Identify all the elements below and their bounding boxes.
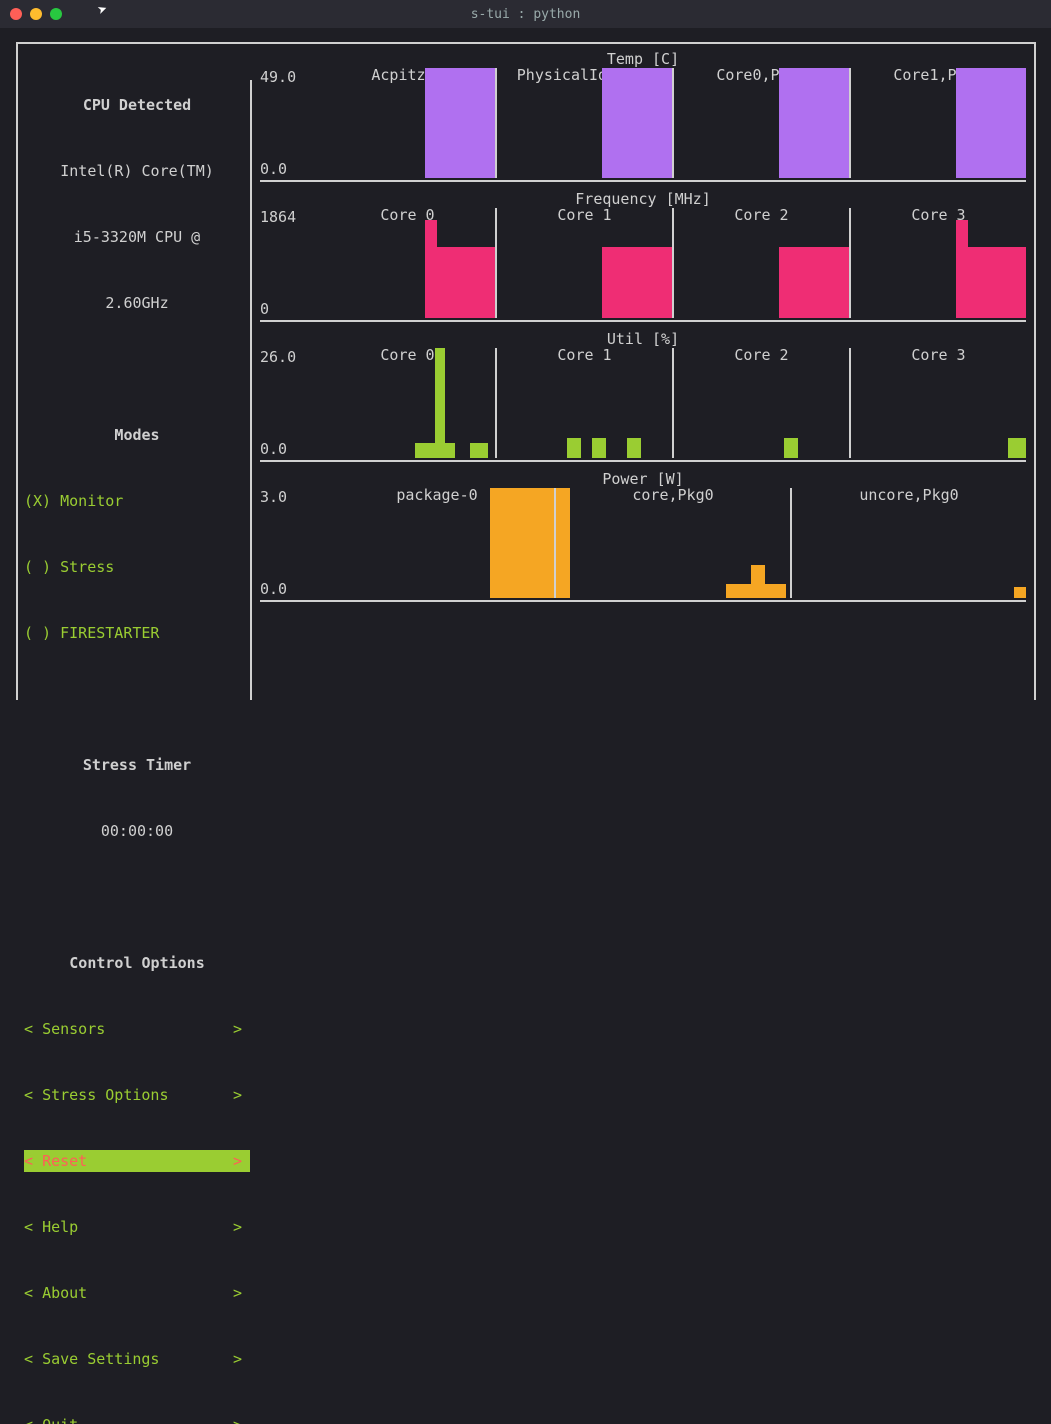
y-min: 0.0 — [260, 580, 320, 598]
chart-series: package-0 — [320, 488, 554, 598]
window-minimize-icon[interactable] — [30, 8, 42, 20]
y-axis: 3.0 0.0 — [260, 488, 320, 598]
chart-row: 1864 0Core 0Core 1Core 2Core 3 — [260, 208, 1026, 318]
chart-panel: Util [%]26.00.0Core 0Core 1Core 2Core 3 — [260, 330, 1026, 462]
menu-help[interactable]: < Help> — [24, 1216, 250, 1238]
chart-panel: Frequency [MHz]18640Core 0Core 1Core 2Co… — [260, 190, 1026, 322]
bar-area — [851, 208, 1026, 318]
main-area: Temp [C]49.00.0Acpitz,0PhysicalId0,PkgCo… — [250, 50, 1034, 700]
chart-series: Acpitz,0 — [320, 68, 495, 178]
bar-area — [674, 208, 849, 318]
series-wrap: Core 0Core 1Core 2Core 3 — [320, 348, 1026, 458]
chart-series: Core 2 — [672, 348, 849, 458]
panel-divider — [260, 180, 1026, 182]
bar-area — [792, 488, 1026, 598]
chart-row: 49.0 0.0Acpitz,0PhysicalId0,PkgCore0,Pkg0… — [260, 68, 1026, 178]
chart-panel: Temp [C]49.00.0Acpitz,0PhysicalId0,PkgCo… — [260, 50, 1026, 182]
window-title: s-tui : python — [0, 7, 1051, 22]
bar-area — [851, 68, 1026, 178]
bar-area — [497, 348, 672, 458]
panel-divider — [260, 460, 1026, 462]
bar-area — [320, 488, 554, 598]
panel-divider — [260, 600, 1026, 602]
blank-line — [24, 688, 250, 710]
chart-series: uncore,Pkg0 — [790, 488, 1026, 598]
stress-timer-heading: Stress Timer — [24, 754, 250, 776]
chart-series: core,Pkg0 — [554, 488, 790, 598]
menu-sensors[interactable]: < Sensors> — [24, 1018, 250, 1040]
bar-area — [320, 348, 495, 458]
cpu-info-line: i5-3320M CPU @ — [24, 226, 250, 248]
control-options-heading: Control Options — [24, 952, 250, 974]
chart-row: 3.0 0.0package-0core,Pkg0uncore,Pkg0 — [260, 488, 1026, 598]
menu-reset[interactable]: < Reset> — [24, 1150, 250, 1172]
menu-about[interactable]: < About> — [24, 1282, 250, 1304]
y-min: 0.0 — [260, 160, 320, 178]
chart-series: Core1,Pkg0 — [849, 68, 1026, 178]
y-max: 1864 — [260, 208, 320, 226]
chart-series: Core 0 — [320, 348, 495, 458]
menu-stress-options[interactable]: < Stress Options> — [24, 1084, 250, 1106]
panel-divider — [260, 320, 1026, 322]
cursor-icon: ➤ — [95, 0, 111, 20]
bar-area — [556, 488, 790, 598]
chart-series: Core0,Pkg0 — [672, 68, 849, 178]
chart-series: Core 0 — [320, 208, 495, 318]
y-axis: 1864 0 — [260, 208, 320, 318]
bar-area — [674, 68, 849, 178]
chart-series: Core 1 — [495, 208, 672, 318]
titlebar: s-tui : python ➤ — [0, 0, 1051, 28]
cpu-info-line: 2.60GHz — [24, 292, 250, 314]
y-max: 3.0 — [260, 488, 320, 506]
cpu-detected-heading: CPU Detected — [24, 94, 250, 116]
menu-quit[interactable]: < Quit> — [24, 1414, 250, 1424]
window-maximize-icon[interactable] — [50, 8, 62, 20]
app-frame: CPU Detected Intel(R) Core(TM) i5-3320M … — [16, 42, 1036, 700]
y-axis: 49.0 0.0 — [260, 68, 320, 178]
cpu-info-line: Intel(R) Core(TM) — [24, 160, 250, 182]
bar-area — [320, 68, 495, 178]
bar-area — [674, 348, 849, 458]
y-min: 0 — [260, 300, 320, 318]
y-axis: 26.0 0.0 — [260, 348, 320, 458]
window-close-icon[interactable] — [10, 8, 22, 20]
series-wrap: Core 0Core 1Core 2Core 3 — [320, 208, 1026, 318]
menu-save-settings[interactable]: < Save Settings> — [24, 1348, 250, 1370]
chart-panel: Power [W]3.00.0package-0core,Pkg0uncore,… — [260, 470, 1026, 602]
vertical-divider — [250, 80, 252, 700]
modes-heading: Modes — [24, 424, 250, 446]
y-max: 26.0 — [260, 348, 320, 366]
chart-row: 26.0 0.0Core 0Core 1Core 2Core 3 — [260, 348, 1026, 458]
bar-area — [497, 208, 672, 318]
chart-series: PhysicalId0,Pkg — [495, 68, 672, 178]
sidebar: CPU Detected Intel(R) Core(TM) i5-3320M … — [18, 50, 250, 700]
mode-firestarter[interactable]: ( ) FIRESTARTER — [24, 622, 250, 644]
chart-series: Core 2 — [672, 208, 849, 318]
series-wrap: Acpitz,0PhysicalId0,PkgCore0,Pkg0Core1,P… — [320, 68, 1026, 178]
stress-timer-value: 00:00:00 — [24, 820, 250, 842]
bar-area — [851, 348, 1026, 458]
blank-line — [24, 886, 250, 908]
chart-series: Core 3 — [849, 348, 1026, 458]
y-max: 49.0 — [260, 68, 320, 86]
blank-line — [24, 358, 250, 380]
series-wrap: package-0core,Pkg0uncore,Pkg0 — [320, 488, 1026, 598]
bar-area — [320, 208, 495, 318]
y-min: 0.0 — [260, 440, 320, 458]
chart-series: Core 1 — [495, 348, 672, 458]
mode-stress[interactable]: ( ) Stress — [24, 556, 250, 578]
mode-monitor[interactable]: (X) Monitor — [24, 490, 250, 512]
bar-area — [497, 68, 672, 178]
chart-series: Core 3 — [849, 208, 1026, 318]
